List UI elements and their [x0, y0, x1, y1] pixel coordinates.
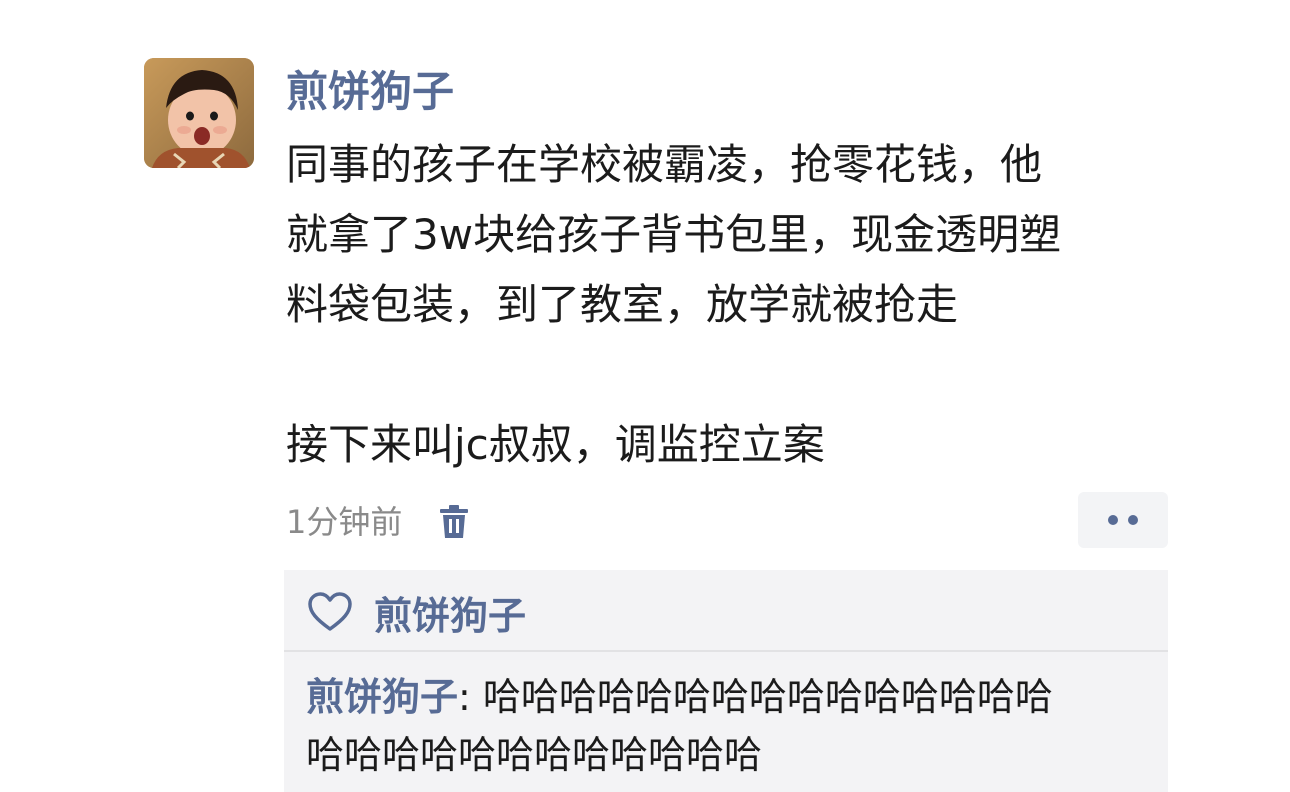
comment-separator: :: [458, 675, 483, 719]
comment-line-1: 煎饼狗子: 哈哈哈哈哈哈哈哈哈哈哈哈哈哈哈: [306, 668, 1156, 726]
trash-icon[interactable]: [438, 502, 470, 542]
post-timestamp: 1分钟前: [286, 503, 403, 541]
moments-post: 煎饼狗子 同事的孩子在学校被霸凌，抢零花钱，他 就拿了3w块给孩子背书包里，现金…: [0, 0, 1290, 792]
divider: [284, 650, 1168, 652]
post-author-name[interactable]: 煎饼狗子: [286, 64, 454, 120]
dot: [1128, 515, 1138, 525]
comment[interactable]: 煎饼狗子: 哈哈哈哈哈哈哈哈哈哈哈哈哈哈哈 哈哈哈哈哈哈哈哈哈哈哈哈: [306, 668, 1156, 784]
more-dots-icon[interactable]: [1078, 492, 1168, 548]
comment-line-2: 哈哈哈哈哈哈哈哈哈哈哈哈: [306, 733, 763, 777]
post-text-line: 就拿了3w块给孩子背书包里，现金透明塑: [286, 210, 1062, 259]
avatar[interactable]: [144, 58, 254, 168]
post-text-line: 同事的孩子在学校被霸凌，抢零花钱，他: [286, 140, 1043, 189]
post-meta: 1分钟前: [286, 498, 470, 546]
post-text-line: [286, 340, 1176, 410]
post-content: 同事的孩子在学校被霸凌，抢零花钱，他 就拿了3w块给孩子背书包里，现金透明塑 料…: [286, 130, 1176, 480]
post-text-line: 接下来叫jc叔叔，调监控立案: [286, 420, 825, 469]
post-text-line: 料袋包装，到了教室，放学就被抢走: [286, 280, 959, 329]
dot: [1108, 515, 1118, 525]
comment-text: 哈哈哈哈哈哈哈哈哈哈哈哈哈哈哈: [482, 675, 1053, 719]
likes-row: 煎饼狗子: [306, 584, 526, 640]
interaction-panel: 煎饼狗子 煎饼狗子: 哈哈哈哈哈哈哈哈哈哈哈哈哈哈哈 哈哈哈哈哈哈哈哈哈哈哈哈: [284, 570, 1168, 792]
heart-icon: [306, 590, 356, 634]
commenter-name[interactable]: 煎饼狗子: [306, 675, 458, 719]
like-user-name[interactable]: 煎饼狗子: [374, 585, 526, 640]
